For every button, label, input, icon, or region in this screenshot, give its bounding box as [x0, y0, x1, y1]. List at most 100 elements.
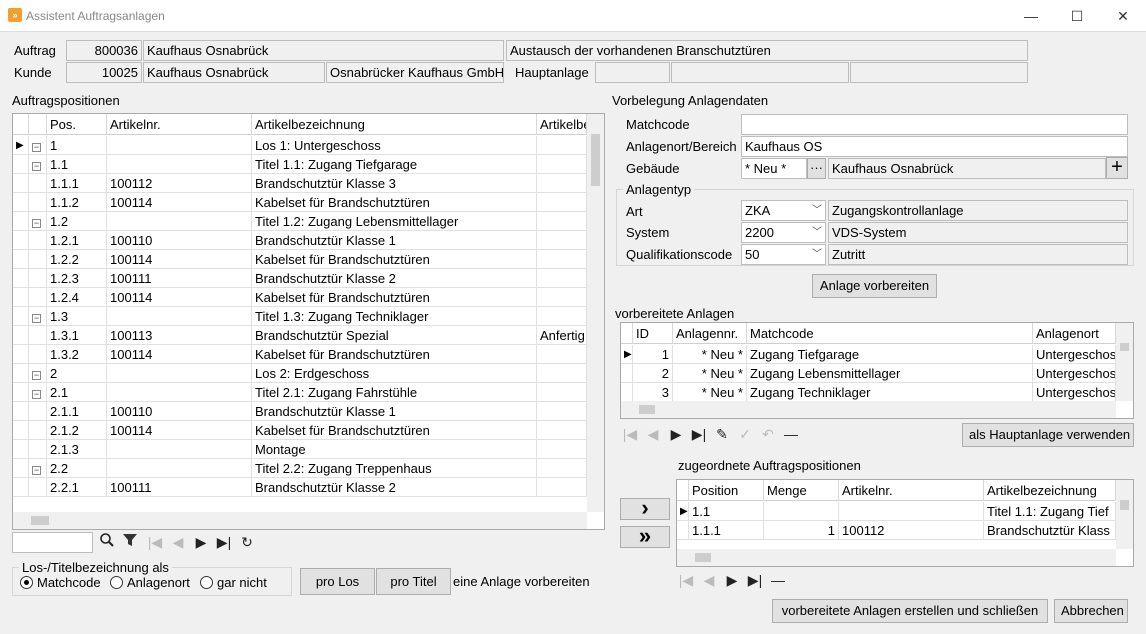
- asg-delete-icon[interactable]: —: [768, 570, 788, 590]
- assigned-title: zugeordnete Auftragspositionen: [678, 458, 861, 473]
- assigned-vscroll[interactable]: [1116, 480, 1133, 549]
- chevron-down-icon: ﹀: [812, 205, 822, 216]
- col-artikelnr[interactable]: Artikelnr.: [839, 480, 984, 501]
- auftrag-name-field: Kaufhaus Osnabrück: [143, 40, 504, 61]
- prepared-vscroll[interactable]: [1116, 323, 1133, 401]
- cell-id: 3: [633, 383, 673, 402]
- next-record-icon[interactable]: ▶: [191, 532, 211, 552]
- asg-prev-icon[interactable]: ◀: [699, 570, 719, 590]
- refresh-icon[interactable]: ↻: [237, 532, 257, 552]
- prep-next-icon[interactable]: ▶: [666, 424, 686, 444]
- first-record-icon[interactable]: |◀: [145, 532, 165, 552]
- asg-last-icon[interactable]: ▶|: [745, 570, 765, 590]
- anlagenort-input[interactable]: Kaufhaus OS: [741, 136, 1128, 157]
- collapse-icon[interactable]: −: [32, 143, 41, 152]
- collapse-toggle[interactable]: −: [29, 383, 47, 402]
- als-hauptanlage-button[interactable]: als Hauptanlage verwenden: [962, 423, 1134, 447]
- collapse-icon[interactable]: −: [32, 466, 41, 475]
- prep-prev-icon[interactable]: ◀: [643, 424, 663, 444]
- delete-icon[interactable]: —: [781, 424, 801, 444]
- assign-button[interactable]: ›: [620, 497, 670, 520]
- col-anlagennr[interactable]: Anlagennr.: [673, 323, 747, 344]
- cell-pos: 1.2.3: [47, 269, 107, 288]
- col-artikelbezeichnung[interactable]: Artikelbezeichnung: [252, 114, 537, 135]
- filter-icon[interactable]: [120, 532, 140, 552]
- positions-search-input[interactable]: [12, 532, 93, 553]
- col-matchcode[interactable]: Matchcode: [747, 323, 1033, 344]
- col-artikelnr[interactable]: Artikelnr.: [107, 114, 252, 135]
- collapse-toggle[interactable]: −: [29, 307, 47, 326]
- prep-first-icon[interactable]: |◀: [620, 424, 640, 444]
- cell-ort: Untergeschos: [1033, 345, 1116, 364]
- system-select[interactable]: 2200 ﹀: [741, 222, 826, 243]
- cell-art: [107, 383, 252, 402]
- prep-last-icon[interactable]: ▶|: [689, 424, 709, 444]
- positions-hscroll-thumb[interactable]: [31, 516, 49, 525]
- cell-bez: Brandschutztür Klasse 1: [252, 231, 537, 250]
- collapse-toggle[interactable]: −: [29, 459, 47, 478]
- positions-hscroll[interactable]: [13, 512, 587, 529]
- prepared-grid[interactable]: ID Anlagennr. Matchcode Anlagenort ▶ 1 * N…: [620, 322, 1134, 419]
- search-icon[interactable]: [97, 532, 117, 552]
- collapse-icon[interactable]: −: [32, 219, 41, 228]
- col-artikelbezeichnung[interactable]: Artikelbezeichnung: [984, 480, 1116, 501]
- collapse-icon[interactable]: −: [32, 371, 41, 380]
- assigned-grid[interactable]: Position Menge Artikelnr. Artikelbezeich…: [676, 479, 1134, 567]
- pro-los-button[interactable]: pro Los: [300, 568, 375, 595]
- collapse-toggle[interactable]: −: [29, 155, 47, 174]
- anlage-vorbereiten-button[interactable]: Anlage vorbereiten: [812, 274, 937, 298]
- row-indicator: [13, 155, 29, 174]
- assigned-hscroll[interactable]: [677, 549, 1116, 566]
- quali-label: Qualifikationscode: [626, 247, 733, 262]
- check-icon[interactable]: ✓: [735, 424, 755, 444]
- row-indicator: [13, 174, 29, 193]
- erstellen-button[interactable]: vorbereitete Anlagen erstellen und schli…: [772, 599, 1048, 623]
- cell-art: [107, 459, 252, 478]
- add-gebaeude-button[interactable]: +: [1106, 157, 1128, 179]
- col-menge[interactable]: Menge: [764, 480, 839, 501]
- collapse-icon[interactable]: −: [32, 314, 41, 323]
- gebaeude-input[interactable]: * Neu *: [741, 158, 807, 179]
- radio-matchcode[interactable]: Matchcode: [20, 575, 101, 590]
- pro-titel-button[interactable]: pro Titel: [376, 568, 451, 595]
- asg-next-icon[interactable]: ▶: [722, 570, 742, 590]
- collapse-toggle[interactable]: −: [29, 212, 47, 231]
- col-position[interactable]: Position: [689, 480, 764, 501]
- close-button[interactable]: ✕: [1100, 0, 1146, 32]
- cell-art: 100110: [107, 231, 252, 250]
- prepared-hscroll[interactable]: [621, 401, 1116, 418]
- col-artikelbe[interactable]: Artikelbe: [537, 114, 587, 135]
- cell-bez: Brandschutztür Klass: [984, 521, 1116, 540]
- quali-select[interactable]: 50 ﹀: [741, 244, 826, 265]
- cell-bez: Montage: [252, 440, 537, 459]
- abbrechen-button[interactable]: Abbrechen: [1054, 599, 1128, 623]
- collapse-toggle[interactable]: −: [29, 364, 47, 383]
- cell-art: 100114: [107, 345, 252, 364]
- maximize-button[interactable]: ☐: [1054, 0, 1100, 32]
- positions-vscroll[interactable]: [587, 114, 604, 512]
- row-indicator: ▶: [677, 502, 689, 521]
- cell-extra: [537, 269, 587, 288]
- minimize-button[interactable]: —: [1008, 0, 1054, 32]
- collapse-icon[interactable]: −: [32, 162, 41, 171]
- positions-grid[interactable]: Pos. Artikelnr. Artikelbezeichnung Artik…: [12, 113, 605, 530]
- positions-vscroll-thumb[interactable]: [591, 134, 600, 186]
- prev-record-icon[interactable]: ◀: [168, 532, 188, 552]
- col-anlagenort[interactable]: Anlagenort: [1033, 323, 1116, 344]
- collapse-icon[interactable]: −: [32, 390, 41, 399]
- art-select[interactable]: ZKA ﹀: [741, 200, 826, 221]
- radio-anlagenort[interactable]: Anlagenort: [110, 575, 190, 590]
- gebaeude-browse-button[interactable]: ···: [807, 158, 826, 179]
- edit-icon[interactable]: ✎: [712, 424, 732, 444]
- last-record-icon[interactable]: ▶|: [214, 532, 234, 552]
- radio-gar-nicht[interactable]: gar nicht: [200, 575, 267, 590]
- undo-icon[interactable]: ↶: [758, 424, 778, 444]
- collapse-toggle[interactable]: −: [29, 136, 47, 155]
- col-id[interactable]: ID: [633, 323, 673, 344]
- matchcode-input[interactable]: [741, 114, 1128, 135]
- col-pos[interactable]: Pos.: [47, 114, 107, 135]
- assign-all-button[interactable]: »: [620, 525, 670, 548]
- row-indicator: [13, 269, 29, 288]
- anlagenort-label: Anlagenort/Bereich: [626, 139, 737, 154]
- asg-first-icon[interactable]: |◀: [676, 570, 696, 590]
